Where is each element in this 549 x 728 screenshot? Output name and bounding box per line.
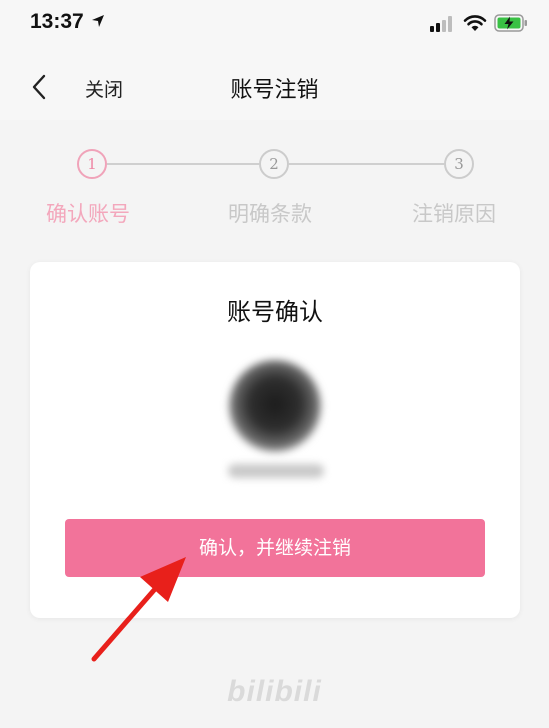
navigation-bar: 关闭 账号注销: [0, 52, 549, 120]
status-time: 13:37: [30, 10, 84, 33]
battery-charging-icon: [494, 14, 527, 32]
location-arrow-icon: [92, 15, 104, 27]
step-3-label: 注销原因: [412, 202, 496, 226]
card-title: 账号确认: [227, 298, 323, 326]
account-confirm-card: 账号确认 确认，并继续注销: [30, 262, 520, 618]
wifi-icon: [463, 15, 487, 31]
username-blurred: [228, 464, 324, 478]
bilibili-logo: bilibili: [227, 675, 322, 708]
step-connector: [289, 163, 444, 165]
step-2-label: 明确条款: [228, 202, 312, 226]
step-1-circle: 1: [77, 149, 107, 179]
step-3-circle: 3: [444, 149, 474, 179]
step-1-label: 确认账号: [46, 202, 130, 226]
progress-steps: 1 2 3 确认账号 明确条款 注销原因: [0, 120, 549, 230]
confirm-continue-button[interactable]: 确认，并继续注销: [65, 519, 485, 577]
page-title: 账号注销: [230, 78, 319, 103]
avatar: [229, 360, 321, 452]
close-button[interactable]: 关闭: [85, 75, 123, 102]
back-chevron-icon[interactable]: [26, 72, 56, 102]
cellular-signal-icon: [430, 16, 452, 32]
step-connector: [107, 163, 259, 165]
status-bar: 13:37: [0, 0, 549, 52]
step-2-circle: 2: [259, 149, 289, 179]
